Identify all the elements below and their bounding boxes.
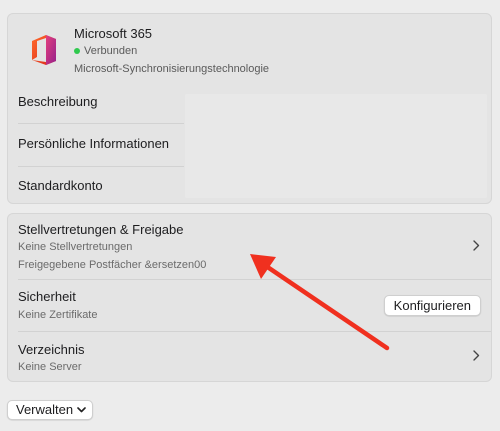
account-card: Microsoft 365 Verbunden Microsoft-Synchr… (7, 13, 492, 204)
sync-technology: Microsoft-Synchronisierungstechnologie (74, 63, 270, 75)
directory-row[interactable]: Verzeichnis Keine Server (8, 332, 491, 381)
account-status: Verbunden (74, 45, 137, 57)
account-header[interactable]: Microsoft 365 Verbunden Microsoft-Synchr… (8, 14, 491, 84)
delegation-row[interactable]: Stellvertretungen & Freigabe Keine Stell… (8, 214, 491, 279)
settings-card: Stellvertretungen & Freigabe Keine Stell… (7, 213, 492, 382)
divider (18, 166, 184, 167)
chevron-right-icon (471, 240, 481, 252)
chevron-right-icon (471, 350, 481, 362)
status-dot-icon (74, 48, 80, 54)
directory-title: Verzeichnis (18, 342, 85, 357)
manage-button[interactable]: Verwalten (7, 400, 94, 420)
status-text: Verbunden (84, 45, 138, 57)
shared-mailboxes-text: Freigegebene Postfächer &ersetzen00 (18, 259, 207, 271)
microsoft-office-icon (32, 35, 56, 65)
delegation-title: Stellvertretungen & Freigabe (18, 222, 184, 237)
security-title: Sicherheit (18, 289, 76, 304)
manage-button-label: Verwalten (16, 402, 74, 417)
account-fields-area[interactable] (185, 94, 487, 198)
divider (18, 123, 184, 124)
field-label-description: Beschreibung (18, 94, 98, 109)
field-label-default-account: Standardkonto (18, 178, 103, 193)
account-name: Microsoft 365 (74, 26, 153, 41)
chevron-down-icon (77, 407, 86, 413)
field-label-personal-info: Persönliche Informationen (18, 136, 170, 151)
security-subtitle: Keine Zertifikate (18, 309, 98, 321)
delegation-subtitle: Keine Stellvertretungen (18, 241, 133, 253)
configure-button[interactable]: Konfigurieren (383, 295, 481, 316)
directory-subtitle: Keine Server (18, 361, 82, 373)
